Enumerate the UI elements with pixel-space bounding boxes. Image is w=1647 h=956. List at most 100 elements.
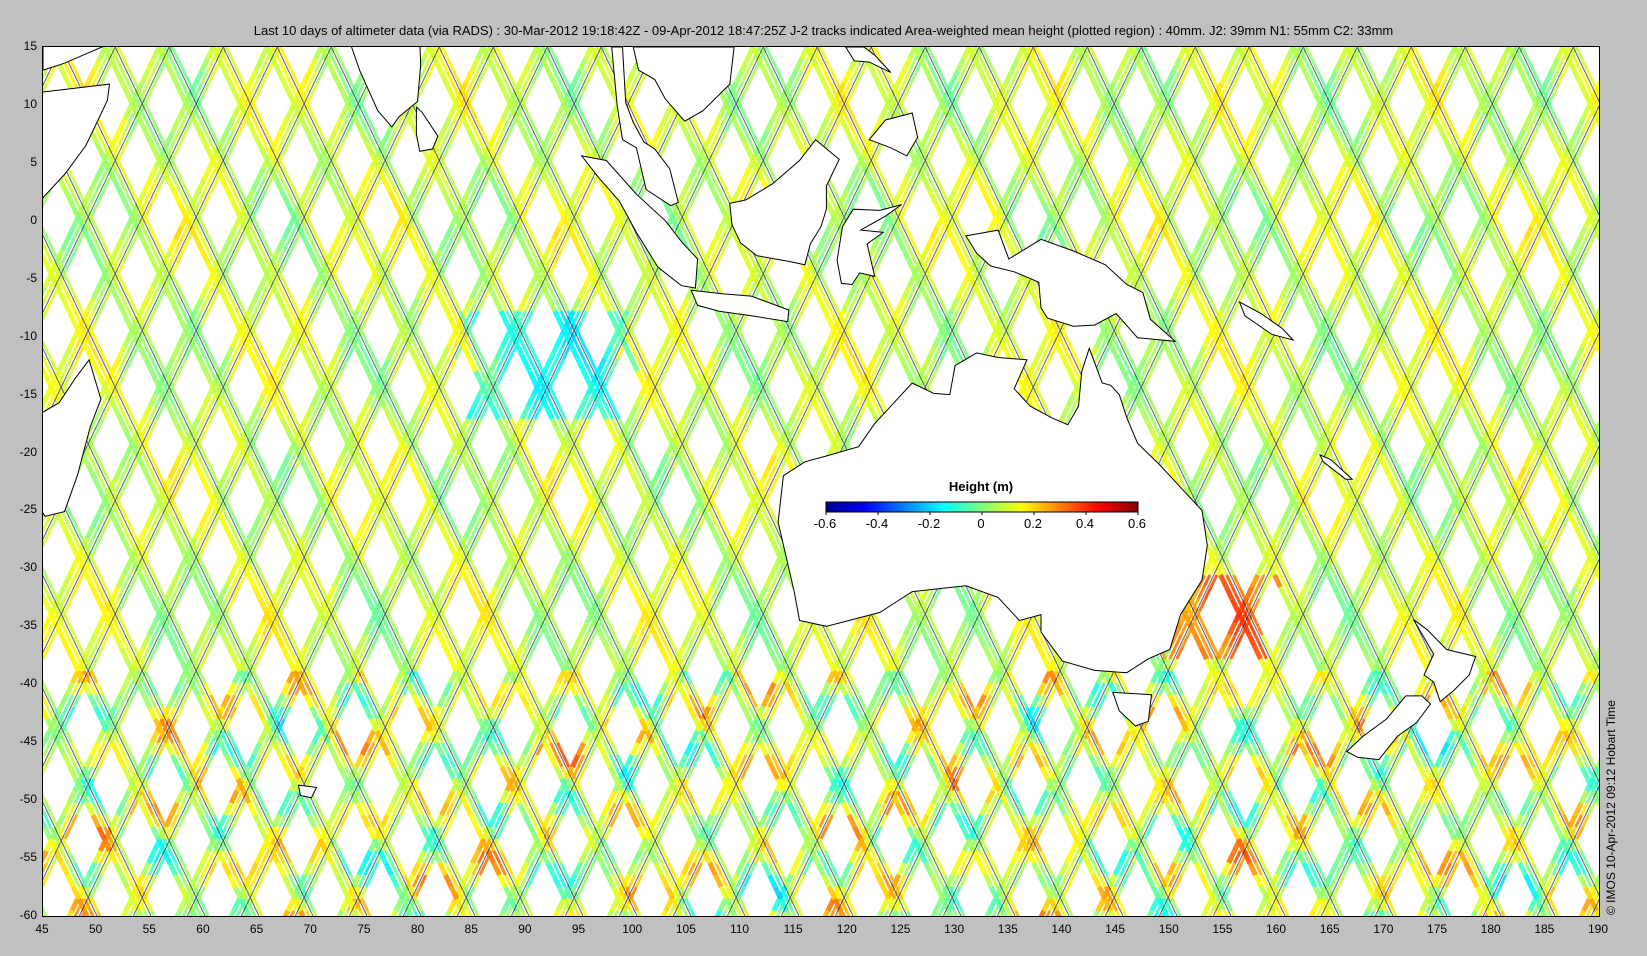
swath-segment bbox=[280, 453, 292, 469]
swath-segment bbox=[815, 237, 827, 253]
swath-segment bbox=[533, 634, 542, 648]
swath-segment bbox=[205, 754, 215, 768]
swath-segment bbox=[1230, 190, 1239, 204]
swath-segment bbox=[124, 358, 133, 372]
swath-segment bbox=[362, 621, 374, 637]
swath-segment bbox=[1338, 273, 1349, 289]
swath-segment bbox=[794, 766, 803, 780]
swath-segment bbox=[336, 789, 348, 805]
swath-segment bbox=[670, 346, 679, 360]
swath-segment bbox=[571, 297, 582, 313]
swath-segment bbox=[987, 814, 996, 828]
swath-segment bbox=[364, 874, 374, 888]
swath-segment bbox=[1390, 165, 1401, 181]
swath-segment bbox=[801, 298, 810, 312]
swath-segment bbox=[43, 729, 52, 745]
swath-segment bbox=[638, 526, 647, 540]
swath-segment bbox=[524, 766, 533, 780]
swath-segment bbox=[115, 801, 126, 817]
swath-segment bbox=[656, 117, 668, 133]
swath-segment bbox=[1207, 238, 1217, 252]
swath-segment bbox=[960, 273, 971, 289]
swath-segment bbox=[1117, 57, 1128, 73]
swath-segment bbox=[1218, 525, 1229, 541]
swath-segment bbox=[363, 393, 374, 409]
swath-segment bbox=[244, 189, 255, 205]
swath-segment bbox=[876, 706, 886, 720]
swath-segment bbox=[689, 646, 698, 660]
swath-segment bbox=[520, 177, 531, 193]
swath-segment bbox=[713, 225, 724, 241]
swath-segment bbox=[984, 789, 996, 805]
swath-segment bbox=[616, 346, 625, 360]
swath-segment bbox=[1033, 801, 1044, 817]
swath-segment bbox=[496, 681, 507, 697]
swath-segment bbox=[389, 225, 400, 241]
swath-segment bbox=[632, 766, 641, 780]
swath-segment bbox=[602, 117, 614, 133]
swath-segment bbox=[310, 165, 321, 181]
swath-segment bbox=[1003, 69, 1015, 85]
swath-segment bbox=[553, 250, 563, 264]
swath-segment bbox=[824, 105, 835, 121]
swath-segment bbox=[850, 874, 860, 888]
swath-segment bbox=[846, 285, 858, 301]
swath-segment bbox=[1043, 130, 1052, 144]
swath-segment bbox=[886, 346, 895, 360]
swath-segment bbox=[787, 297, 798, 313]
swath-segment bbox=[67, 561, 78, 577]
swath-segment bbox=[146, 621, 158, 637]
swath-segment bbox=[422, 526, 431, 540]
swath-segment bbox=[263, 634, 272, 648]
swath-segment bbox=[525, 393, 536, 409]
swath-segment bbox=[927, 826, 937, 840]
swath-segment bbox=[302, 861, 313, 877]
swath-segment bbox=[292, 118, 302, 132]
swath-segment bbox=[246, 525, 257, 541]
swath-segment bbox=[103, 742, 113, 756]
swath-segment bbox=[548, 117, 560, 133]
swath-segment bbox=[599, 465, 610, 481]
swath-segment bbox=[177, 586, 187, 600]
swath-segment bbox=[327, 129, 338, 145]
swath-segment bbox=[175, 250, 185, 264]
swath-segment bbox=[380, 357, 391, 373]
swath-segment bbox=[883, 238, 893, 252]
swath-segment bbox=[639, 298, 648, 312]
swath-segment bbox=[176, 105, 187, 121]
swath-segment bbox=[442, 598, 451, 612]
swath-segment bbox=[254, 849, 265, 865]
swath-segment bbox=[979, 801, 990, 817]
swath-segment bbox=[303, 633, 314, 649]
swath-segment bbox=[140, 861, 151, 877]
swath-segment bbox=[217, 813, 228, 829]
swath-segment bbox=[656, 345, 667, 361]
swath-segment bbox=[773, 130, 782, 144]
swath-segment bbox=[298, 189, 309, 205]
swath-segment bbox=[418, 165, 429, 181]
swath-segment bbox=[120, 909, 129, 916]
swath-segment bbox=[547, 801, 558, 817]
swath-segment bbox=[561, 574, 571, 588]
swath-segment bbox=[609, 814, 618, 828]
swath-segment bbox=[421, 754, 431, 768]
swath-segment bbox=[338, 333, 349, 349]
swath-segment bbox=[477, 70, 487, 84]
swath-segment bbox=[716, 105, 727, 121]
swath-segment bbox=[885, 802, 894, 816]
swath-segment bbox=[496, 370, 506, 384]
swath-segment bbox=[940, 346, 949, 360]
swath-segment bbox=[558, 694, 567, 708]
swath-segment bbox=[115, 573, 127, 589]
swath-segment bbox=[1219, 69, 1231, 85]
swath-segment bbox=[743, 729, 754, 745]
swath-segment bbox=[304, 177, 315, 193]
swath-segment bbox=[1287, 70, 1297, 84]
swath-segment bbox=[289, 466, 298, 480]
swath-segment bbox=[391, 561, 402, 577]
swath-segment bbox=[789, 633, 800, 649]
swath-segment bbox=[142, 177, 153, 193]
swath-segment bbox=[1250, 345, 1261, 361]
swath-segment bbox=[192, 525, 203, 541]
swath-segment bbox=[554, 333, 565, 349]
